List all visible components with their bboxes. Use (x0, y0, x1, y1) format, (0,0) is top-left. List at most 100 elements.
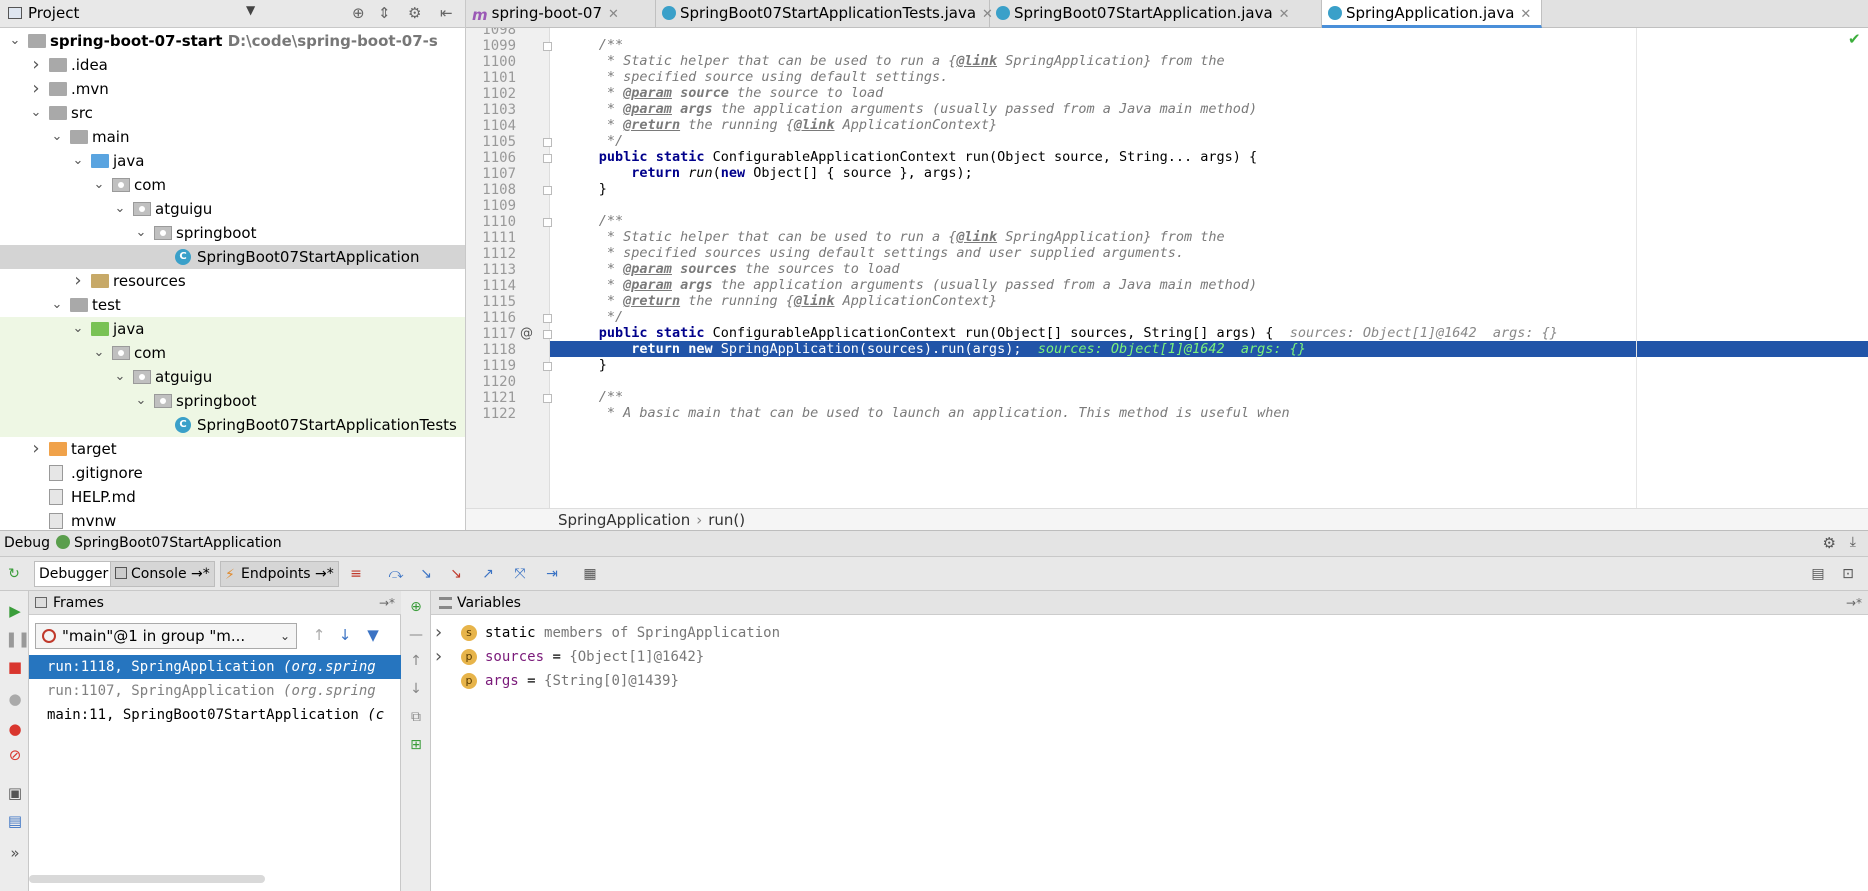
tree-item[interactable]: ⌄ spring-boot-07-start D:\code\spring-boo… (0, 29, 465, 53)
code-line[interactable]: * @param args the application arguments … (550, 101, 1868, 117)
tree-item[interactable]: ⌄ atguigu (0, 365, 465, 389)
breadcrumb-method[interactable]: run() (708, 511, 745, 529)
minimize-icon[interactable]: ⤓ (1850, 534, 1856, 550)
copy-icon[interactable]: ⧉ (406, 707, 426, 727)
chevron-right-icon[interactable]: › (29, 53, 43, 77)
code-line[interactable]: * @param sources the sources to load (550, 261, 1868, 277)
move-down-icon[interactable]: ↓ (406, 679, 426, 699)
variable-row[interactable]: › s static members of SpringApplication (431, 621, 1868, 645)
next-frame-icon[interactable]: ↓ (335, 625, 355, 645)
editor-tab[interactable]: SpringBoot07StartApplicationTests.java ✕ (656, 0, 993, 28)
tree-item[interactable]: ⌄ java (0, 317, 465, 341)
chevron-right-icon[interactable]: › (29, 437, 43, 461)
chevron-down-icon[interactable]: ⌄ (71, 317, 85, 341)
tree-item[interactable]: ⌄ com (0, 341, 465, 365)
pin-icon[interactable]: →* (379, 591, 395, 615)
collapse-all-icon[interactable]: ⇕ (378, 4, 391, 22)
hide-panel-icon[interactable]: ⇤ (440, 4, 453, 22)
mute-breakpoints-icon[interactable]: ⊘ (5, 745, 25, 765)
step-out-icon[interactable]: ↗ (478, 564, 498, 584)
chevron-down-icon[interactable]: ⌄ (50, 293, 64, 317)
variable-row[interactable]: › p sources = {Object[1]@1642} (431, 645, 1868, 669)
code-line[interactable]: * A basic main that can be used to launc… (550, 405, 1868, 421)
restore-layout-icon[interactable]: ▤ (1808, 564, 1828, 584)
run-to-cursor-icon[interactable]: ⇥ (542, 564, 562, 584)
tree-item[interactable]: › target (0, 437, 465, 461)
chevron-down-icon[interactable]: ⌄ (8, 29, 22, 53)
code-line[interactable]: return run(new Object[] { source }, args… (550, 165, 1868, 181)
code-line[interactable]: } (550, 181, 1868, 197)
code-line[interactable]: * Static helper that can be used to run … (550, 229, 1868, 245)
tree-item[interactable]: ⌄ springboot (0, 389, 465, 413)
chevron-right-icon[interactable]: › (71, 269, 85, 293)
code-line[interactable]: * specified sources using default settin… (550, 245, 1868, 261)
variable-row[interactable]: p args = {String[0]@1439} (431, 669, 1868, 693)
chevron-down-icon[interactable]: ⌄ (113, 197, 127, 221)
close-icon[interactable]: ✕ (608, 7, 619, 22)
code-line[interactable]: */ (550, 309, 1868, 325)
code-line[interactable]: public static ConfigurableApplicationCon… (550, 325, 1868, 341)
code-line[interactable]: * @return the running {@link Application… (550, 117, 1868, 133)
stop-icon[interactable]: ■ (5, 657, 25, 677)
drop-frame-icon[interactable]: ⤧ (510, 564, 530, 584)
debug-config-tab[interactable]: SpringBoot07StartApplication (56, 535, 282, 551)
new-watch-icon[interactable]: ⊕ (406, 597, 426, 617)
editor-tab[interactable]: SpringBoot07StartApplication.java ✕ (990, 0, 1322, 28)
thread-select[interactable]: "main"@1 in group "m... ⌄ (35, 623, 297, 649)
force-step-into-icon[interactable]: ↘ (446, 564, 466, 584)
pause-icon[interactable]: ❚❚ (5, 629, 30, 649)
move-up-icon[interactable]: ↑ (406, 651, 426, 671)
chevron-down-icon[interactable]: ⌄ (50, 125, 64, 149)
more-icon[interactable]: » (5, 843, 25, 863)
tree-item[interactable]: ⌄ springboot (0, 221, 465, 245)
resume-icon[interactable]: ▶ (5, 601, 25, 621)
breadcrumb-class[interactable]: SpringApplication (558, 511, 690, 529)
layout-icon[interactable]: ▤ (5, 811, 25, 831)
chevron-down-icon[interactable]: ⌄ (113, 365, 127, 389)
chevron-down-icon[interactable]: ⌄ (29, 101, 43, 125)
code-line[interactable]: /** (550, 389, 1868, 405)
evaluate-expression-icon[interactable]: ▦ (580, 564, 600, 584)
editor-gutter[interactable]: 1098 1099 1100 1101 1102 1103 1104 1105 1106 1107… (466, 28, 552, 508)
step-over-icon[interactable]: ⤼ (386, 564, 406, 584)
tree-item[interactable]: C SpringBoot07StartApplicationTests (0, 413, 465, 437)
tree-item[interactable]: ⌄ java (0, 149, 465, 173)
frame-row[interactable]: main:11, SpringBoot07StartApplication (c (29, 703, 401, 727)
editor-tab[interactable]: m spring-boot-07 ✕ (466, 0, 656, 28)
code-line[interactable] (550, 373, 1868, 389)
chevron-down-icon[interactable]: ⌄ (134, 221, 148, 245)
tab-debugger[interactable]: Debugger (34, 561, 114, 587)
code-editor[interactable]: 1098 1099 1100 1101 1102 1103 1104 1105 1106 1107… (466, 28, 1868, 508)
code-line[interactable]: * @param source the source to load (550, 85, 1868, 101)
chevron-right-icon[interactable]: › (29, 77, 43, 101)
code-line[interactable]: /** (550, 37, 1868, 53)
code-line[interactable] (550, 197, 1868, 213)
chevron-down-icon[interactable]: ⌄ (92, 341, 106, 365)
gear-icon[interactable]: ⚙ (408, 4, 421, 22)
code-line[interactable]: } (550, 357, 1868, 373)
close-icon[interactable]: ✕ (1520, 7, 1531, 22)
tree-item[interactable]: HELP.md (0, 485, 465, 509)
code-line[interactable]: /** (550, 213, 1868, 229)
code-line[interactable]: * @param args the application arguments … (550, 277, 1868, 293)
gear-icon[interactable]: ⚙ (1823, 534, 1836, 552)
previous-frame-icon[interactable]: ↑ (309, 625, 329, 645)
tree-item[interactable]: › resources (0, 269, 465, 293)
chevron-right-icon[interactable]: › (435, 621, 442, 645)
chevron-down-icon[interactable]: ⌄ (71, 149, 85, 173)
step-into-icon[interactable]: ↘ (416, 564, 436, 584)
camera-icon[interactable]: ▣ (5, 783, 25, 803)
show-execution-point-icon[interactable]: ≡ (346, 564, 366, 584)
pin-icon[interactable]: →* (1846, 591, 1862, 615)
tree-item[interactable]: › .mvn (0, 77, 465, 101)
code-line[interactable]: public static ConfigurableApplicationCon… (550, 149, 1868, 165)
rerun-icon[interactable]: ↻ (4, 564, 24, 584)
tree-item[interactable]: › .idea (0, 53, 465, 77)
code-line[interactable] (550, 28, 1868, 37)
code-line[interactable]: * specified source using default setting… (550, 69, 1868, 85)
current-execution-line[interactable]: return new SpringApplication(sources).ru… (550, 341, 1868, 357)
tree-item[interactable]: ⌄ main (0, 125, 465, 149)
tree-item[interactable]: mvnw (0, 509, 465, 530)
tab-endpoints[interactable]: ⚡ Endpoints →* (220, 561, 339, 587)
show-watches-icon[interactable]: ⊞ (406, 735, 426, 755)
